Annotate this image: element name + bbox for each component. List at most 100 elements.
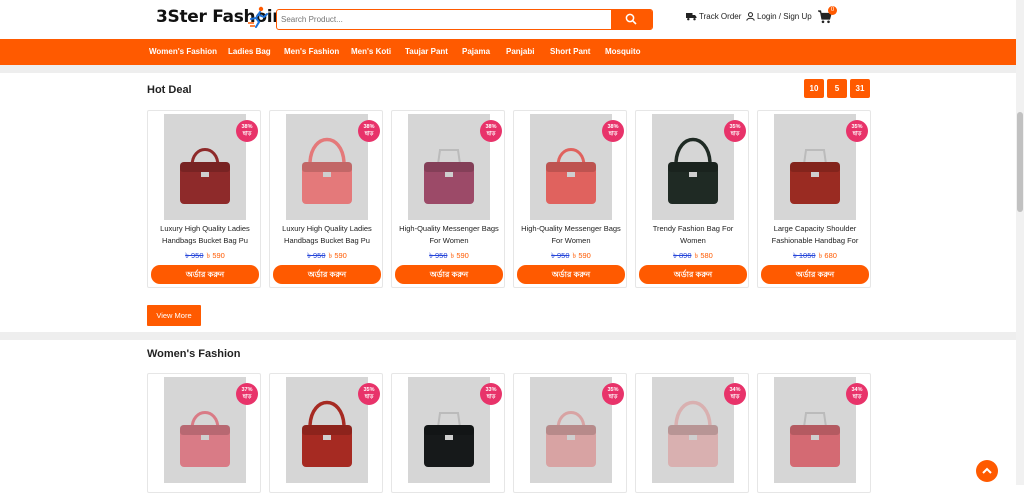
discount-percent: 38% bbox=[363, 124, 375, 130]
product-name[interactable]: Large Capacity Shoulder Fashionable Hand… bbox=[762, 223, 868, 253]
nav-item-pajama[interactable]: Pajama bbox=[462, 47, 490, 56]
site-header: 3Ster Fashoin Track Order Login / Sign U… bbox=[0, 0, 1024, 39]
order-now-button[interactable]: অর্ডার করুন bbox=[151, 265, 259, 284]
product-card[interactable]: 35% ছাড় bbox=[269, 373, 383, 493]
scrollbar-thumb[interactable] bbox=[1017, 112, 1023, 212]
discount-badge: 35% ছাড় bbox=[846, 120, 868, 142]
product-image[interactable] bbox=[530, 114, 612, 220]
discount-word: ছাড় bbox=[608, 131, 618, 137]
product-image[interactable] bbox=[530, 377, 612, 483]
product-name[interactable]: High-Quality Messenger Bags For Women bbox=[518, 223, 624, 253]
product-card[interactable]: 38% ছাড় Luxury High Quality Ladies Handba… bbox=[269, 110, 383, 288]
product-image[interactable] bbox=[164, 377, 246, 483]
discount-word: ছাড় bbox=[608, 394, 618, 400]
new-price: ৳ 590 bbox=[206, 251, 225, 260]
nav-item-mens-fashion[interactable]: Men's Fashion bbox=[284, 47, 339, 56]
search-input[interactable] bbox=[277, 10, 613, 29]
main-nav: Women's Fashion Ladies Bag Men's Fashion… bbox=[0, 39, 1016, 65]
order-now-button[interactable]: অর্ডার করুন bbox=[273, 265, 381, 284]
new-price: ৳ 680 bbox=[818, 251, 837, 260]
countdown-seconds: 31 bbox=[850, 79, 870, 98]
new-price: ৳ 580 bbox=[694, 251, 713, 260]
nav-item-ladies-bag[interactable]: Ladies Bag bbox=[228, 47, 271, 56]
scrollbar[interactable] bbox=[1016, 0, 1024, 485]
old-price: ৳ 950 bbox=[307, 251, 326, 260]
product-name[interactable]: Trendy Fashion Bag For Women bbox=[640, 223, 746, 253]
chevron-up-icon bbox=[982, 467, 992, 474]
product-card[interactable]: 34% ছাড় bbox=[635, 373, 749, 493]
product-card[interactable]: 37% ছাড় bbox=[147, 373, 261, 493]
discount-word: ছাড় bbox=[364, 394, 374, 400]
new-price: ৳ 590 bbox=[572, 251, 591, 260]
discount-word: ছাড় bbox=[242, 131, 252, 137]
product-image[interactable] bbox=[652, 377, 734, 483]
product-card[interactable]: 35% ছাড় bbox=[513, 373, 627, 493]
discount-badge: 35% ছাড় bbox=[602, 383, 624, 405]
product-name[interactable]: Luxury High Quality Ladies Handbags Buck… bbox=[152, 223, 258, 253]
discount-word: ছাড় bbox=[852, 394, 862, 400]
nav-item-mens-koti[interactable]: Men's Koti bbox=[351, 47, 391, 56]
nav-item-mosquito[interactable]: Mosquito bbox=[605, 47, 641, 56]
nav-item-panjabi[interactable]: Panjabi bbox=[506, 47, 534, 56]
section-divider bbox=[0, 65, 1016, 73]
product-card[interactable]: 33% ছাড় bbox=[391, 373, 505, 493]
track-order-link[interactable]: Track Order bbox=[686, 12, 741, 21]
discount-percent: 35% bbox=[729, 124, 741, 130]
discount-badge: 38% ছাড় bbox=[358, 120, 380, 142]
discount-badge: 33% ছাড় bbox=[480, 383, 502, 405]
discount-word: ছাড় bbox=[730, 394, 740, 400]
discount-badge: 34% ছাড় bbox=[724, 383, 746, 405]
order-now-button[interactable]: অর্ডার করুন bbox=[761, 265, 869, 284]
product-prices: ৳ 1050 ৳ 680 bbox=[758, 251, 872, 263]
order-now-button[interactable]: অর্ডার করুন bbox=[395, 265, 503, 284]
nav-item-womens-fashion[interactable]: Women's Fashion bbox=[149, 47, 217, 56]
discount-word: ছাড় bbox=[486, 131, 496, 137]
login-signup-link[interactable]: Login / Sign Up bbox=[746, 12, 812, 21]
scroll-to-top-button[interactable] bbox=[976, 460, 998, 482]
product-card[interactable]: 38% ছাড় Luxury High Quality Ladies Handba… bbox=[147, 110, 261, 288]
product-prices: ৳ 950 ৳ 590 bbox=[392, 251, 506, 263]
order-now-button[interactable]: অর্ডার করুন bbox=[639, 265, 747, 284]
product-card[interactable]: 35% ছাড় Large Capacity Shoulder Fashionab… bbox=[757, 110, 871, 288]
discount-badge: 34% ছাড় bbox=[846, 383, 868, 405]
product-card[interactable]: 34% ছাড় bbox=[757, 373, 871, 493]
discount-word: ছাড় bbox=[364, 131, 374, 137]
nav-item-short-pant[interactable]: Short Pant bbox=[550, 47, 590, 56]
discount-badge: 35% ছাড় bbox=[358, 383, 380, 405]
new-price: ৳ 590 bbox=[328, 251, 347, 260]
product-name[interactable]: High-Quality Messenger Bags For Women bbox=[396, 223, 502, 253]
discount-word: ছাড় bbox=[852, 131, 862, 137]
search-button[interactable] bbox=[611, 9, 652, 30]
discount-percent: 38% bbox=[241, 124, 253, 130]
product-prices: ৳ 890 ৳ 580 bbox=[636, 251, 750, 263]
product-prices: ৳ 950 ৳ 590 bbox=[270, 251, 384, 263]
search-bar bbox=[276, 9, 653, 30]
product-image[interactable] bbox=[408, 114, 490, 220]
track-order-label: Track Order bbox=[699, 12, 742, 21]
product-card[interactable]: 35% ছাড় Trendy Fashion Bag For Women ৳ 890… bbox=[635, 110, 749, 288]
discount-percent: 34% bbox=[729, 387, 741, 393]
product-image[interactable] bbox=[164, 114, 246, 220]
product-name[interactable]: Luxury High Quality Ladies Handbags Buck… bbox=[274, 223, 380, 253]
discount-badge: 38% ছাড় bbox=[236, 120, 258, 142]
product-image[interactable] bbox=[286, 377, 368, 483]
login-signup-label: Login / Sign Up bbox=[757, 12, 812, 21]
discount-badge: 37% ছাড় bbox=[236, 383, 258, 405]
order-now-button[interactable]: অর্ডার করুন bbox=[517, 265, 625, 284]
product-image[interactable] bbox=[774, 114, 856, 220]
discount-word: ছাড় bbox=[242, 394, 252, 400]
discount-badge: 35% ছাড় bbox=[724, 120, 746, 142]
search-icon bbox=[625, 13, 637, 25]
discount-percent: 35% bbox=[607, 387, 619, 393]
view-more-button[interactable]: View More bbox=[147, 305, 201, 326]
old-price: ৳ 1050 bbox=[793, 251, 816, 260]
product-card[interactable]: 38% ছাড় High-Quality Messenger Bags For W… bbox=[391, 110, 505, 288]
discount-percent: 33% bbox=[485, 387, 497, 393]
product-image[interactable] bbox=[408, 377, 490, 483]
product-image[interactable] bbox=[286, 114, 368, 220]
product-card[interactable]: 38% ছাড় High-Quality Messenger Bags For W… bbox=[513, 110, 627, 288]
nav-item-taujar-pant[interactable]: Taujar Pant bbox=[405, 47, 448, 56]
product-image[interactable] bbox=[774, 377, 856, 483]
womens-fashion-title: Women's Fashion bbox=[147, 348, 241, 360]
product-image[interactable] bbox=[652, 114, 734, 220]
